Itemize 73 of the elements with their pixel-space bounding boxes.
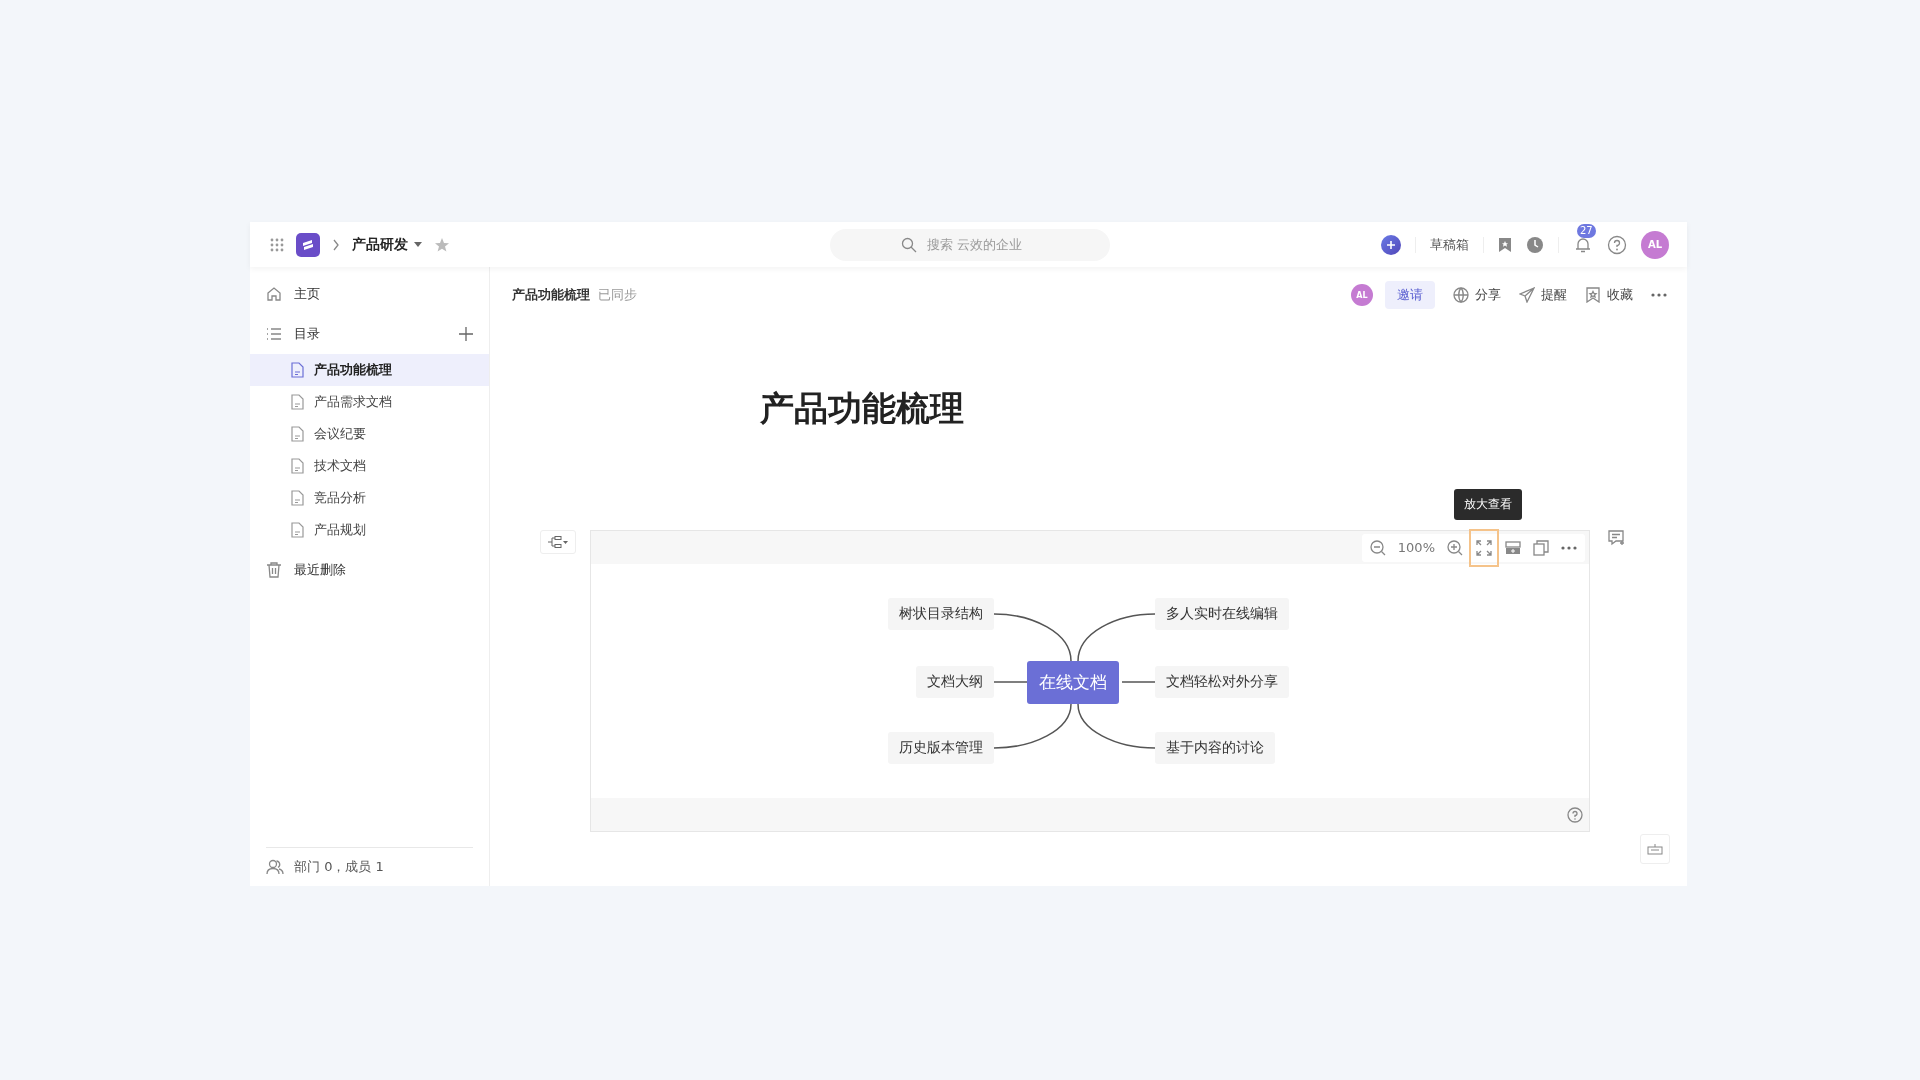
document-icon [291,458,304,474]
keyboard-icon [1647,843,1663,855]
send-icon [1519,287,1535,303]
document-icon [291,522,304,538]
more-icon [1561,545,1577,550]
mindmap-node[interactable]: 历史版本管理 [888,732,994,764]
drafts-link[interactable]: 草稿箱 [1430,235,1469,254]
clock-icon[interactable] [1526,235,1544,254]
mindmap-layout-icon [547,536,569,548]
plus-icon [1386,239,1396,250]
chevron-right-icon [332,238,340,251]
invite-button[interactable]: 邀请 [1385,281,1435,309]
sync-status: 已同步 [598,286,637,304]
bookmark-star-icon [1585,287,1601,303]
copy-icon [1533,539,1549,556]
add-button[interactable] [1381,234,1401,255]
mindmap-node[interactable]: 基于内容的讨论 [1155,732,1275,764]
action-button[interactable]: 分享 [1453,286,1501,304]
more-icon[interactable] [1651,293,1667,297]
search-icon [900,236,917,253]
document-item[interactable]: 产品规划 [250,514,489,546]
fullscreen-icon [1476,539,1492,556]
mindmap-node[interactable]: 文档大纲 [916,666,994,698]
document-icon [291,426,304,442]
members-icon [266,859,284,875]
document-item[interactable]: 技术文档 [250,450,489,482]
help-icon[interactable] [1607,234,1627,255]
fullscreen-button[interactable] [1471,530,1497,565]
caret-down-icon [414,242,422,247]
mindmap-node[interactable]: 多人实时在线编辑 [1155,598,1289,630]
document-item[interactable]: 产品需求文档 [250,386,489,418]
document-item[interactable]: 产品功能梳理 [250,354,489,386]
collaborator-avatar: AL [1351,284,1373,306]
space-selector[interactable]: 产品研发 [352,235,422,254]
star-icon[interactable] [434,236,450,253]
app-logo[interactable] [296,232,320,257]
connector-line [1121,681,1156,683]
tooltip: 放大查看 [1453,488,1522,520]
list-icon [266,327,282,341]
member-count: 部门 0，成员 1 [294,858,384,876]
document-icon [291,394,304,410]
trash-icon [266,562,282,578]
document-icon [291,362,304,378]
catalog-label: 目录 [294,325,320,343]
trash-link[interactable]: 最近删除 [294,561,346,579]
home-link[interactable]: 主页 [294,285,320,303]
connector-line [993,681,1028,683]
mindmap-root-node[interactable]: 在线文档 [1027,661,1119,704]
plus-icon[interactable] [459,327,473,341]
zoom-level: 100% [1396,540,1436,555]
insert-icon [1505,539,1521,556]
zoom-in-icon [1447,539,1463,556]
document-item[interactable]: 竞品分析 [250,482,489,514]
page-title: 产品功能梳理 [760,387,965,430]
help-icon[interactable] [1567,806,1583,823]
apps-grid-icon[interactable] [270,237,284,252]
globe-icon [1453,287,1469,303]
document-item[interactable]: 会议纪要 [250,418,489,450]
add-comment-icon[interactable] [1608,530,1626,546]
mindmap-node[interactable]: 树状目录结构 [888,598,994,630]
action-button[interactable]: 收藏 [1585,286,1633,304]
document-icon [291,490,304,506]
search-field[interactable]: 搜索 云效的企业 [829,228,1110,261]
action-button[interactable]: 提醒 [1519,286,1567,304]
document-name: 产品功能梳理 [512,286,590,304]
mindmap-node[interactable]: 文档轻松对外分享 [1155,666,1289,698]
zoom-out-icon [1369,539,1386,556]
bell-icon[interactable] [1575,236,1591,253]
home-icon [266,286,282,302]
search-input[interactable]: 搜索 云效的企业 [924,236,1039,253]
notification-badge: 27 [1577,223,1596,238]
bookmark-icon[interactable] [1498,236,1512,253]
layout-button[interactable] [540,530,576,554]
